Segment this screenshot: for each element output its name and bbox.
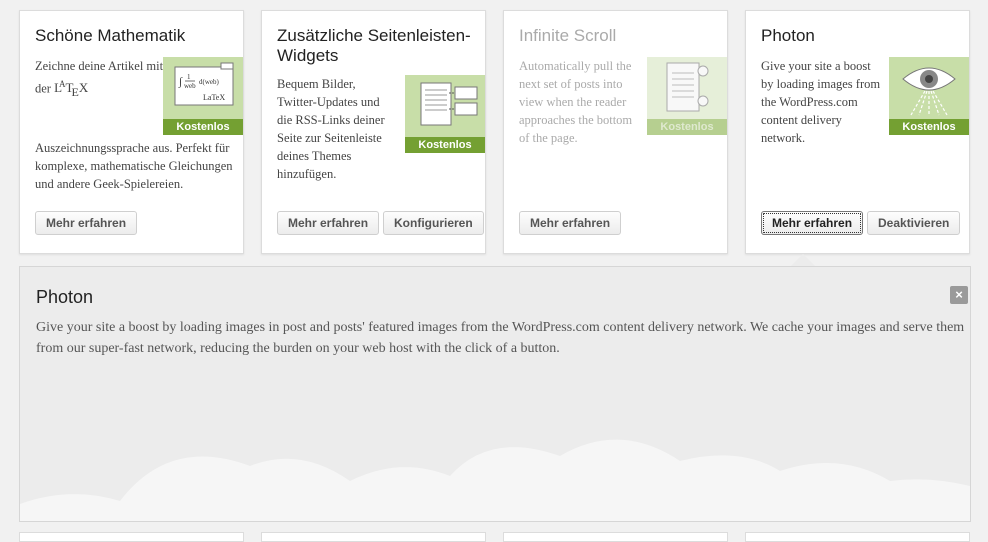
module-thumbnail: Kostenlos <box>889 57 969 135</box>
learn-more-button[interactable]: Mehr erfahren <box>277 211 380 235</box>
learn-more-button[interactable]: Mehr erfahren <box>519 211 622 235</box>
module-card-extra-sidebar-widgets: Zusätzliche Seitenleisten-Widgets Bequem… <box>261 10 486 254</box>
module-description-continued: Auszeichnungssprache aus. Perfekt für ko… <box>35 141 233 191</box>
close-icon[interactable]: × <box>950 286 968 304</box>
module-card-partial <box>261 532 486 542</box>
module-thumbnail: ∫ 1 web d(web) LaTeX Kostenlos <box>163 57 243 135</box>
module-card-photon: Photon Give your site a boost by loading… <box>745 10 970 254</box>
configure-button[interactable]: Konfigurieren <box>383 211 484 235</box>
module-thumbnail: Kostenlos <box>405 75 485 153</box>
module-card-partial <box>503 532 728 542</box>
svg-text:d(web): d(web) <box>199 78 219 86</box>
module-title: Photon <box>761 26 815 45</box>
module-card-infinite-scroll: Infinite Scroll Automatically pull the n… <box>503 10 728 254</box>
latex-formula-icon: ∫ 1 web d(web) LaTeX <box>163 57 243 119</box>
module-description: Give your site a boost by loading images… <box>761 59 881 145</box>
detail-title: Photon <box>36 287 94 307</box>
eye-icon <box>889 57 969 119</box>
svg-text:web: web <box>184 82 196 90</box>
widgets-icon <box>405 75 485 137</box>
module-card-beautiful-math: Schöne Mathematik Zeichne deine Artikel … <box>19 10 244 254</box>
svg-text:LaTeX: LaTeX <box>203 93 225 102</box>
module-title: Zusätzliche Seitenleisten-Widgets <box>277 26 471 65</box>
module-description: Bequem Bilder, Twitter-Updates und die R… <box>277 77 385 181</box>
module-title: Schöne Mathematik <box>35 26 186 45</box>
module-detail-panel: Photon × Give your site a boost by loadi… <box>19 266 971 522</box>
detail-description: Give your site a boost by loading images… <box>36 320 965 356</box>
module-thumbnail: Kostenlos <box>647 57 727 135</box>
module-card-partial <box>19 532 244 542</box>
learn-more-button[interactable]: Mehr erfahren <box>761 211 864 235</box>
deactivate-button[interactable]: Deaktivieren <box>867 211 961 235</box>
module-description: Automatically pull the next set of posts… <box>519 59 633 145</box>
price-badge: Kostenlos <box>405 137 485 153</box>
module-title: Infinite Scroll <box>519 26 617 45</box>
price-badge: Kostenlos <box>889 119 969 135</box>
learn-more-button[interactable]: Mehr erfahren <box>35 211 138 235</box>
price-badge: Kostenlos <box>163 119 243 135</box>
scroll-icon <box>647 57 727 119</box>
svg-text:1: 1 <box>187 73 191 81</box>
latex-logo: LATEX <box>54 79 89 99</box>
module-card-partial <box>745 532 970 542</box>
module-description: Zeichne deine Artikel mit der LATEX <box>35 57 165 101</box>
clouds-decoration <box>20 439 970 521</box>
price-badge: Kostenlos <box>647 119 727 135</box>
